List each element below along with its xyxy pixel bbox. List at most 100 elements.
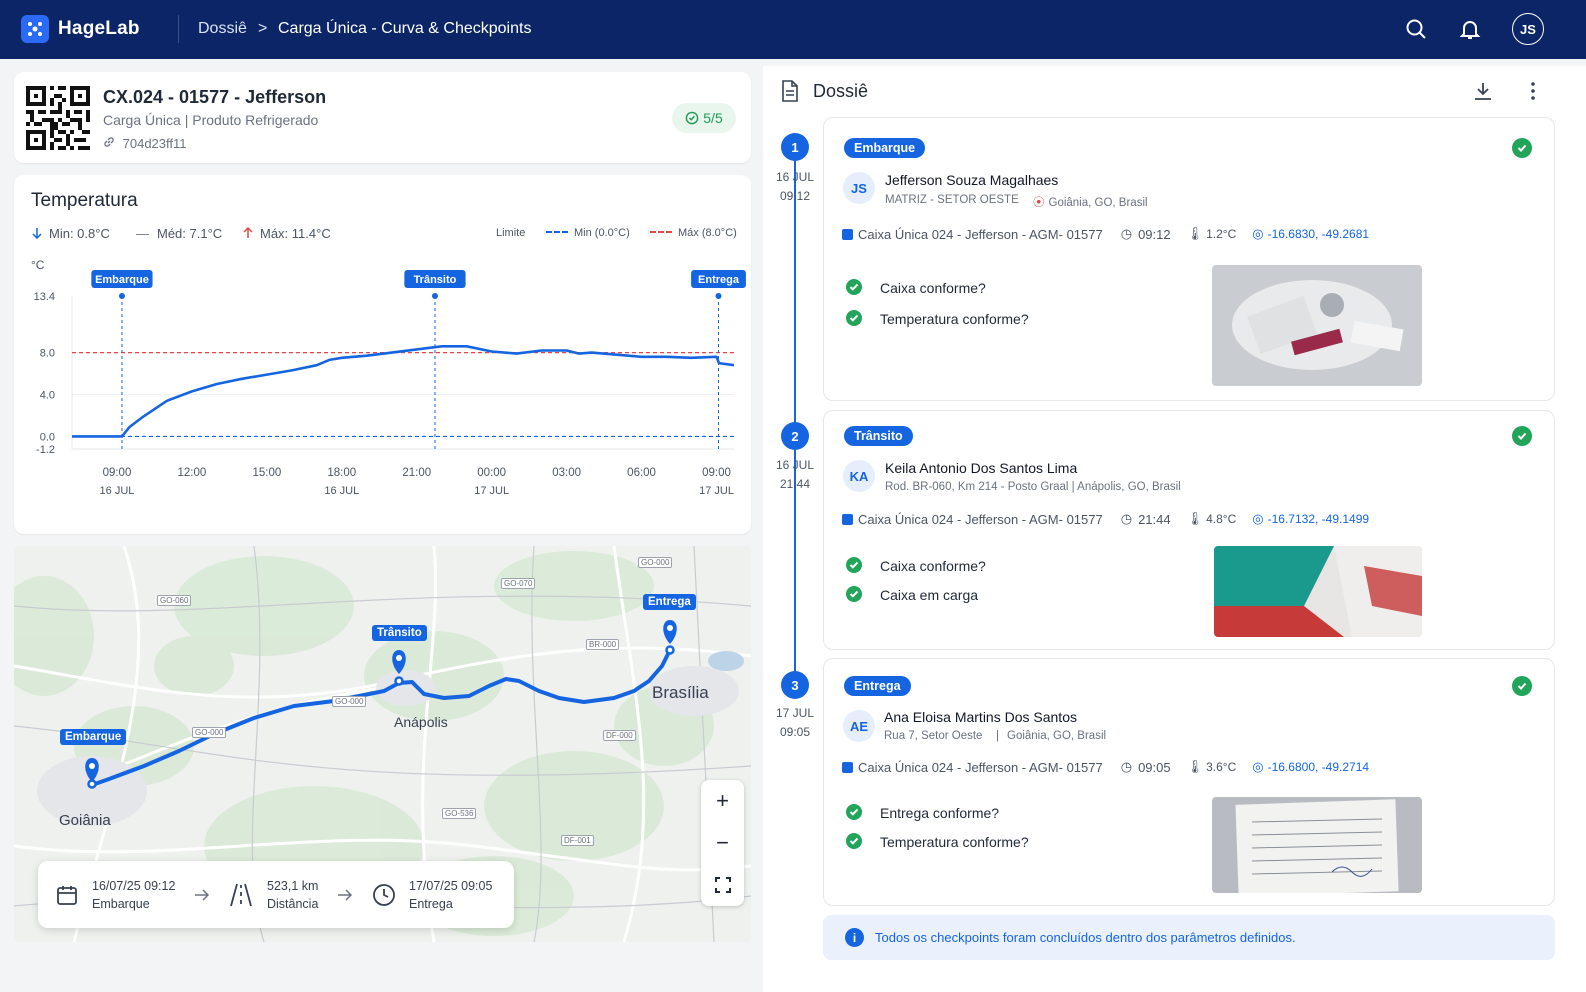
document-icon xyxy=(782,80,798,102)
check-circle-icon xyxy=(846,557,862,573)
checkpoint-meta: Caixa Única 024 - Jefferson - AGM- 01577… xyxy=(842,759,1369,775)
location-icon: ◎ xyxy=(1252,511,1264,526)
check-circle-icon xyxy=(846,586,862,602)
marker-dot xyxy=(118,293,125,299)
temp-avg: Méd: 7.1°C xyxy=(157,226,223,241)
clock-icon xyxy=(373,884,395,906)
checkpoint-photo[interactable] xyxy=(1214,546,1422,637)
arrow-right-icon xyxy=(338,889,353,901)
temp-min: Min: 0.8°C xyxy=(49,226,110,241)
trip-distance-label: Distância xyxy=(267,897,319,911)
tag-entrega: Entrega xyxy=(844,676,911,696)
check-circle-icon xyxy=(846,279,862,295)
road-label: DF-000 xyxy=(603,730,636,741)
person-place: ⦿ Goiânia, GO, Brasil xyxy=(1033,194,1148,210)
marker-dot xyxy=(715,293,722,299)
bell-icon[interactable] xyxy=(1458,17,1482,41)
question-2: Caixa em carga xyxy=(880,587,979,603)
brand-name[interactable]: HageLab xyxy=(58,18,140,40)
map-tag-transito: Trânsito xyxy=(372,625,427,641)
road-label: BR-000 xyxy=(586,639,620,650)
city-goiania: Goiânia xyxy=(59,812,111,829)
badge-text: 5/5 xyxy=(703,110,723,126)
trip-end-label: Entrega xyxy=(409,897,453,911)
meta-time: 21:44 xyxy=(1138,511,1171,527)
legend-min-text: Min (0.0°C) xyxy=(574,227,630,239)
place-text: Goiânia, GO, Brasil xyxy=(1007,730,1107,742)
trip-start-value: 16/07/25 09:12 xyxy=(92,879,176,893)
check-circle-icon xyxy=(846,804,862,820)
download-icon[interactable] xyxy=(1472,80,1494,102)
checkpoint-photo[interactable] xyxy=(1212,265,1422,386)
question-1: Entrega conforme? xyxy=(880,805,1000,821)
map-tag-embarque: Embarque xyxy=(60,729,127,745)
temperature-title: Temperatura xyxy=(31,190,138,211)
breadcrumb-dossie[interactable]: Dossiê xyxy=(198,20,247,38)
temperature-series-line xyxy=(72,345,735,438)
qr-code-icon[interactable] xyxy=(26,86,90,150)
more-vertical-icon[interactable] xyxy=(1523,80,1543,102)
x-tick-label: 21:00 xyxy=(402,467,431,479)
search-icon[interactable] xyxy=(1404,17,1428,41)
tag-transito: Trânsito xyxy=(844,426,913,446)
person-place: | Goiânia, GO, Brasil xyxy=(996,730,1106,742)
city-brasilia: Brasília xyxy=(652,683,709,702)
x-tick-label: 09:00 xyxy=(103,467,132,479)
legend-min: Min (0.0°C) xyxy=(546,227,630,239)
checkpoint-photo[interactable] xyxy=(1212,797,1422,893)
meta-coord[interactable]: -16.6800, -49.2714 xyxy=(1268,760,1369,774)
x-tick-label: 03:00 xyxy=(552,467,581,479)
clock-icon: ◷ xyxy=(1120,511,1133,526)
city-anapolis: Anápolis xyxy=(394,714,448,730)
question-1: Caixa conforme? xyxy=(880,558,986,574)
meta-coord[interactable]: -16.6830, -49.2681 xyxy=(1268,227,1369,241)
question-2: Temperatura conforme? xyxy=(880,834,1029,850)
x-tick-label: 00:00 xyxy=(477,467,506,479)
meta-coord[interactable]: -16.7132, -49.1499 xyxy=(1268,512,1369,526)
step-time: 09:12 xyxy=(779,189,811,203)
road-label: DF-001 xyxy=(561,835,594,846)
meta-temp: 4.8°C xyxy=(1206,512,1237,526)
temp-avg-stat: — Méd: 7.1°C xyxy=(136,226,222,241)
zoom-in-button[interactable]: + xyxy=(701,780,744,822)
legend-max-text: Máx (8.0°C) xyxy=(678,227,737,239)
info-icon: i xyxy=(845,928,864,947)
info-banner: i Todos os checkpoints foram concluídos … xyxy=(823,915,1555,960)
meta-temp: 1.2°C xyxy=(1206,227,1237,241)
thermometer-icon: 🌡 xyxy=(1186,511,1204,526)
box-icon xyxy=(842,761,853,773)
arrow-right-icon xyxy=(195,889,210,901)
check-circle-icon xyxy=(1512,676,1532,696)
user-avatar[interactable]: JS xyxy=(1512,13,1544,45)
checkpoint-card-transito[interactable] xyxy=(823,410,1555,650)
fullscreen-icon[interactable] xyxy=(701,864,744,906)
separator-bar: | xyxy=(996,730,999,742)
step-time: 09:05 xyxy=(779,725,811,739)
x-tick-date: 16 JUL xyxy=(324,485,359,497)
checkpoint-card-entrega[interactable] xyxy=(823,658,1555,906)
x-tick-date: 16 JUL xyxy=(100,485,135,497)
zoom-out-button[interactable]: − xyxy=(701,822,744,864)
step-1-circle: 1 xyxy=(781,133,809,161)
temp-min-stat: Min: 0.8°C xyxy=(31,226,110,241)
checkpoint-card-embarque[interactable] xyxy=(823,117,1555,401)
meta-temp: 3.6°C xyxy=(1206,760,1237,774)
load-hash[interactable]: 704d23ff11 xyxy=(103,136,187,151)
person-org: MATRIZ - SETOR OESTE xyxy=(885,194,1019,206)
breadcrumb-chevron-icon: > xyxy=(258,20,268,37)
road-label: GO-000 xyxy=(638,557,673,568)
link-icon xyxy=(103,136,119,151)
hagelab-logo-icon[interactable] xyxy=(21,15,49,43)
y-tick-label: -1.2 xyxy=(36,444,55,456)
y-tick-label: 0.0 xyxy=(40,431,55,443)
meta-time: 09:12 xyxy=(1138,226,1171,242)
check-circle-icon xyxy=(1512,426,1532,446)
road-icon xyxy=(230,883,252,907)
meta-time: 09:05 xyxy=(1138,759,1171,775)
box-name: Caixa Única 024 - Jefferson - AGM- 01577 xyxy=(858,226,1103,242)
road-label: GO-000 xyxy=(192,727,227,738)
calendar-icon xyxy=(57,886,77,905)
road-label: GO-060 xyxy=(157,595,192,606)
avatar: AE xyxy=(843,710,875,742)
clock-icon: ◷ xyxy=(1120,226,1133,241)
